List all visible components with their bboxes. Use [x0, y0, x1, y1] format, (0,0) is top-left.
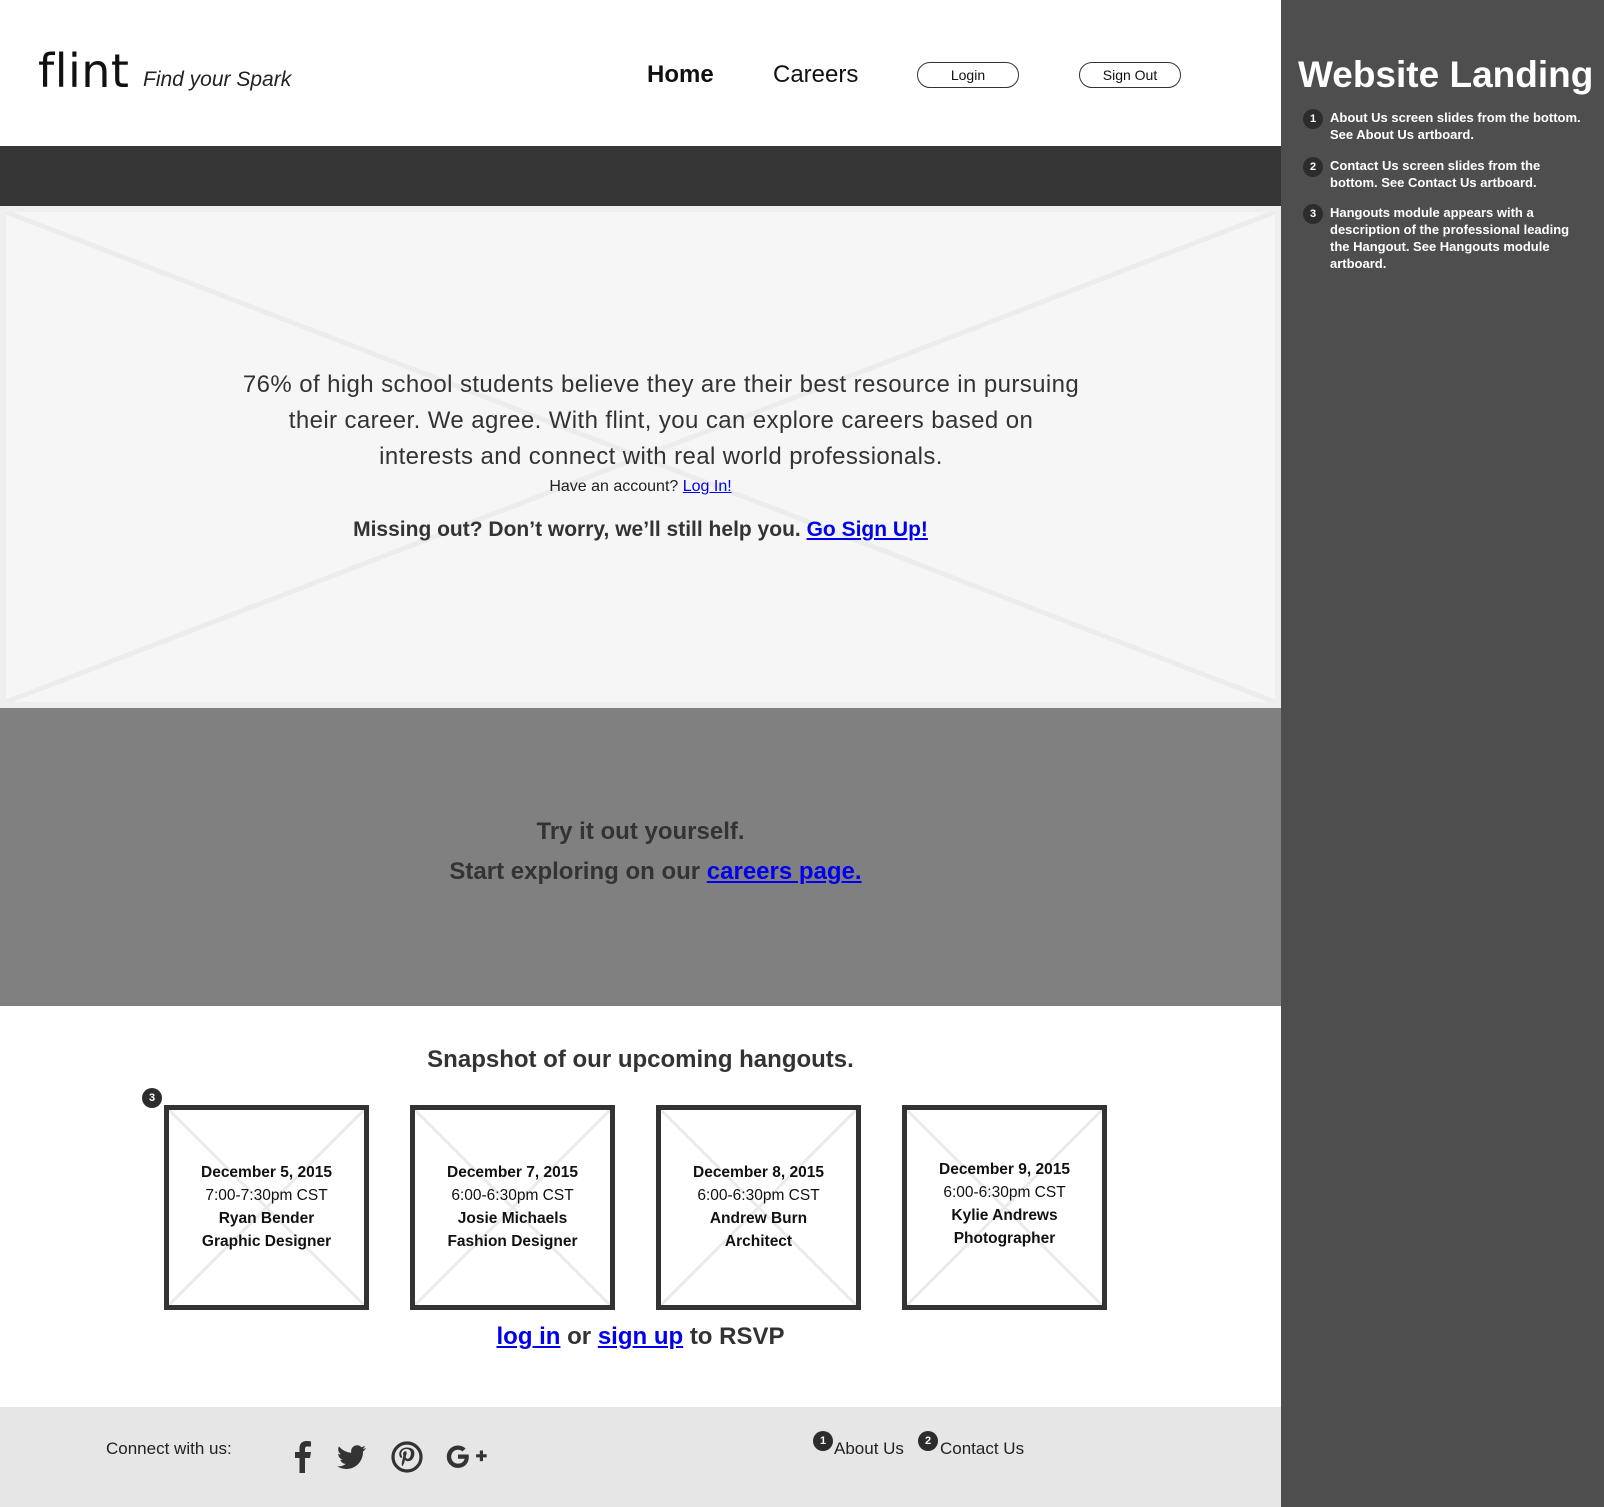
- landing-page: flint Find your Spark Home Careers Login…: [0, 0, 1281, 1507]
- careers-page-link[interactable]: careers page.: [707, 858, 862, 885]
- signup-prompt: Missing out? Don’t worry, we’ll still he…: [6, 518, 1275, 542]
- account-prompt-text: Have an account?: [549, 478, 679, 495]
- hangout-host: Josie Michaels: [457, 1210, 568, 1227]
- pinterest-icon[interactable]: [387, 1437, 427, 1477]
- site-header: flint Find your Spark Home Careers Login…: [0, 0, 1281, 146]
- hangout-card[interactable]: December 5, 2015 7:00-7:30pm CST Ryan Be…: [164, 1105, 369, 1310]
- twitter-icon[interactable]: [331, 1437, 371, 1477]
- sign-out-button[interactable]: Sign Out: [1079, 62, 1181, 88]
- header-band: [0, 146, 1281, 206]
- hangout-details: December 5, 2015 7:00-7:30pm CST Ryan Be…: [169, 1161, 364, 1253]
- hero-statement: 76% of high school students believe they…: [206, 367, 1116, 475]
- hero-login-link[interactable]: Log In!: [683, 478, 732, 495]
- hangout-host: Andrew Burn: [709, 1210, 808, 1227]
- hangout-date: December 7, 2015: [447, 1164, 578, 1181]
- account-prompt: Have an account? Log In!: [6, 478, 1275, 496]
- nav-home[interactable]: Home: [647, 61, 714, 89]
- hero-section: 76% of high school students believe they…: [0, 206, 1281, 708]
- note-number: 1: [1303, 109, 1323, 129]
- hangout-date: December 5, 2015: [201, 1164, 332, 1181]
- hero-line-1: 76% of high school students believe they…: [242, 371, 1080, 398]
- nav-careers[interactable]: Careers: [773, 61, 858, 89]
- hangout-host: Kylie Andrews: [951, 1207, 1058, 1224]
- explore-heading: Try it out yourself.: [536, 818, 745, 845]
- note-number: 2: [1303, 157, 1323, 177]
- contact-us-link[interactable]: Contact Us: [940, 1439, 1024, 1459]
- hangout-details: December 7, 2015 6:00-6:30pm CST Josie M…: [415, 1161, 610, 1253]
- signup-prompt-text: Missing out? Don’t worry, we’ll still he…: [353, 518, 801, 541]
- facebook-icon[interactable]: [283, 1437, 323, 1477]
- login-button[interactable]: Login: [917, 62, 1019, 88]
- hero-line-3: interests and connect with real world pr…: [379, 443, 943, 470]
- hangout-role: Photographer: [953, 1230, 1056, 1247]
- hangout-card[interactable]: December 9, 2015 6:00-6:30pm CST Kylie A…: [902, 1105, 1107, 1310]
- hangout-time: 6:00-6:30pm CST: [697, 1187, 820, 1204]
- hangout-time: 6:00-6:30pm CST: [943, 1184, 1066, 1201]
- hangout-role: Graphic Designer: [201, 1233, 332, 1250]
- hangout-details: December 8, 2015 6:00-6:30pm CST Andrew …: [661, 1161, 856, 1253]
- rsvp-signup-link[interactable]: sign up: [598, 1323, 683, 1350]
- hero-line-2: their career. We agree. With flint, you …: [288, 407, 1034, 434]
- logo[interactable]: flint: [38, 44, 129, 98]
- hangout-card[interactable]: December 7, 2015 6:00-6:30pm CST Josie M…: [410, 1105, 615, 1310]
- hangout-date: December 9, 2015: [939, 1161, 1070, 1178]
- hangout-role: Architect: [724, 1233, 793, 1250]
- hangout-date: December 8, 2015: [693, 1164, 824, 1181]
- note-text: About Us screen slides from the bottom. …: [1330, 110, 1581, 142]
- annotation-marker-2: 2: [918, 1431, 938, 1451]
- rsvp-prompt: log in or sign up to RSVP: [0, 1323, 1281, 1351]
- note-text: Hangouts module appears with a descripti…: [1330, 205, 1570, 271]
- hangouts-title: Snapshot of our upcoming hangouts.: [427, 1046, 854, 1073]
- annotation-marker-1: 1: [813, 1431, 833, 1451]
- about-us-link[interactable]: About Us: [834, 1439, 904, 1459]
- hangout-time: 6:00-6:30pm CST: [451, 1187, 574, 1204]
- hangout-time: 7:00-7:30pm CST: [205, 1187, 328, 1204]
- hero-signup-link[interactable]: Go Sign Up!: [807, 518, 928, 541]
- connect-label: Connect with us:: [106, 1439, 232, 1458]
- annotation-panel: Website Landing 1 About Us screen slides…: [1281, 0, 1604, 1507]
- google-plus-icon[interactable]: [443, 1437, 493, 1477]
- annotation-marker-3: 3: [142, 1088, 162, 1108]
- rsvp-or: or: [567, 1323, 592, 1350]
- rsvp-login-link[interactable]: log in: [496, 1323, 560, 1350]
- hangout-host: Ryan Bender: [218, 1210, 315, 1227]
- panel-title: Website Landing: [1298, 54, 1594, 95]
- hangout-role: Fashion Designer: [447, 1233, 578, 1250]
- explore-section: Try it out yourself. Start exploring on …: [0, 708, 1281, 1006]
- site-footer: Connect with us: 1 About Us 2 Contact Us: [0, 1407, 1281, 1507]
- note-number: 3: [1303, 204, 1323, 224]
- tagline: Find your Spark: [143, 68, 292, 91]
- explore-prefix: Start exploring on our: [449, 858, 701, 885]
- rsvp-suffix: to RSVP: [689, 1323, 785, 1350]
- note-text: Contact Us screen slides from the bottom…: [1330, 158, 1541, 190]
- explore-line: Start exploring on our careers page.: [0, 858, 1311, 886]
- hangout-details: December 9, 2015 6:00-6:30pm CST Kylie A…: [907, 1158, 1102, 1250]
- hangout-card[interactable]: December 8, 2015 6:00-6:30pm CST Andrew …: [656, 1105, 861, 1310]
